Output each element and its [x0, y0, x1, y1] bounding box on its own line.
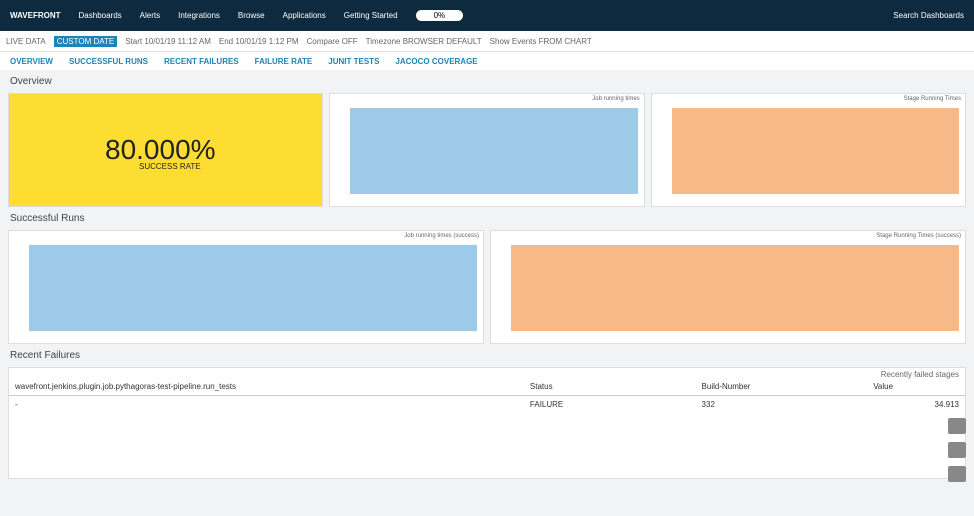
stage-running-times-chart: Stage Running Times: [650, 93, 966, 207]
job-running-times-success-chart: Job running times (success): [8, 230, 484, 344]
col-build: Build-Number: [701, 382, 751, 391]
compare[interactable]: Compare OFF: [307, 37, 358, 46]
success-rate-card: 80.000% SUCCESS RATE: [8, 93, 324, 207]
recent-failures-table: Recently failed stages wavefront.jenkins…: [8, 367, 966, 479]
nav-integrations[interactable]: Integrations: [178, 11, 220, 20]
tab-jacoco[interactable]: JACOCO COVERAGE: [395, 57, 477, 66]
nav-alerts[interactable]: Alerts: [140, 11, 160, 20]
overview-title: Overview: [10, 76, 52, 87]
success-rate-label: SUCCESS RATE: [139, 162, 201, 171]
successful-runs-title: Successful Runs: [10, 213, 85, 224]
stage-running-times-success-chart: Stage Running Times (success): [490, 230, 966, 344]
search-button[interactable]: [948, 418, 966, 434]
start-date[interactable]: Start 10/01/19 11:12 AM: [125, 37, 211, 46]
tab-recent-failures[interactable]: RECENT FAILURES: [164, 57, 239, 66]
search-input[interactable]: Search Dashboards: [893, 11, 964, 20]
end-date[interactable]: End 10/01/19 1:12 PM: [219, 37, 299, 46]
recent-failures-title: Recent Failures: [10, 350, 81, 361]
tab-bar: OVERVIEW SUCCESSFUL RUNS RECENT FAILURES…: [0, 52, 974, 70]
add-button[interactable]: [948, 442, 966, 458]
col-value[interactable]: Value: [873, 382, 959, 391]
timezone[interactable]: Timezone BROWSER DEFAULT: [366, 37, 482, 46]
tab-overview[interactable]: OVERVIEW: [10, 57, 53, 66]
progress: 0%: [415, 10, 464, 21]
nav-applications[interactable]: Applications: [283, 11, 326, 20]
nav-dashboards[interactable]: Dashboards: [79, 11, 122, 20]
top-nav: WAVEFRONT Dashboards Alerts Integrations…: [0, 0, 974, 31]
toolbar: LIVE DATA CUSTOM DATE Start 10/01/19 11:…: [0, 31, 974, 52]
table-row: - FAILURE 332 34.913: [15, 400, 959, 409]
nav-browse[interactable]: Browse: [238, 11, 265, 20]
tab-failure-rate[interactable]: FAILURE RATE: [255, 57, 313, 66]
job-running-times-chart: Job running times: [329, 93, 645, 207]
col-metric: wavefront.jenkins.plugin.job.pythagoras-…: [15, 382, 237, 391]
tab-successful-runs[interactable]: SUCCESSFUL RUNS: [69, 57, 148, 66]
nav-getting-started[interactable]: Getting Started: [344, 11, 398, 20]
col-status: Status: [529, 382, 553, 391]
live-data-button[interactable]: LIVE DATA: [6, 37, 46, 46]
tab-junit-tests[interactable]: JUNIT TESTS: [328, 57, 379, 66]
link-button[interactable]: [948, 466, 966, 482]
logo: WAVEFRONT: [10, 11, 61, 20]
show-events[interactable]: Show Events FROM CHART: [490, 37, 592, 46]
custom-date-button[interactable]: CUSTOM DATE: [53, 35, 118, 47]
